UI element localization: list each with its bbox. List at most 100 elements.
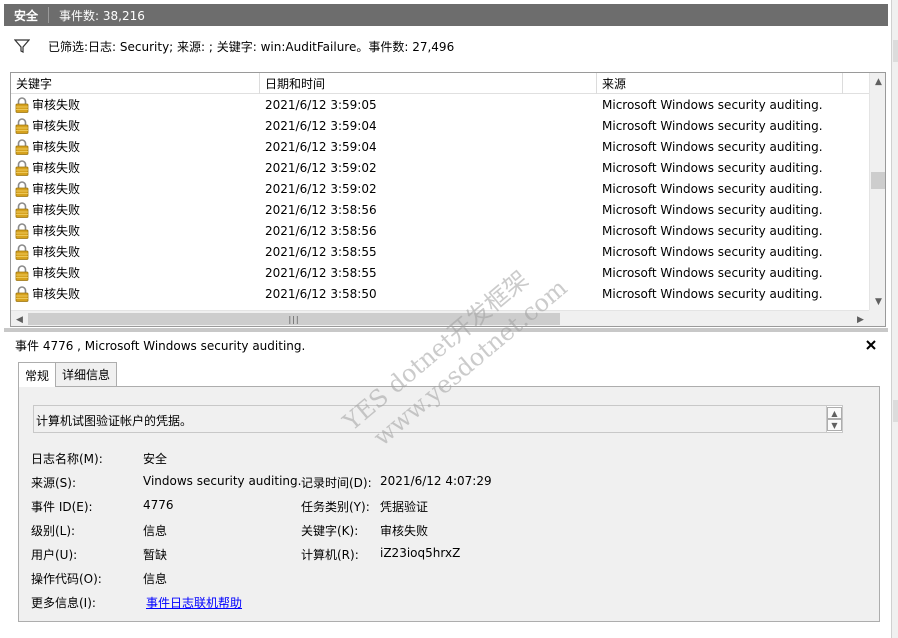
task-category-value: 凭据验证	[380, 500, 429, 514]
table-row[interactable]: 审核失败 2021/6/12 3:59:04 Microsoft Windows s…	[11, 115, 869, 136]
keyword-text: 审核失败	[32, 182, 81, 196]
table-row[interactable]: 审核失败 2021/6/12 3:59:02 Microsoft Windows s…	[11, 178, 869, 199]
title-separator	[48, 7, 50, 23]
lock-icon	[15, 138, 29, 155]
keyword-cell: 审核失败	[11, 201, 260, 218]
horizontal-scroll-thumb[interactable]: |||	[28, 313, 560, 325]
keyword-text: 审核失败	[32, 287, 81, 301]
source-cell: Microsoft Windows security auditing.	[602, 223, 823, 238]
source-cell: Microsoft Windows security auditing.	[602, 118, 823, 133]
lock-icon	[15, 96, 29, 113]
keyword-cell: 审核失败	[11, 180, 260, 197]
desc-scroll-down-icon[interactable]: ▼	[827, 419, 842, 431]
edge-mark	[893, 40, 898, 62]
keyword-cell: 审核失败	[11, 222, 260, 239]
table-row[interactable]: 审核失败 2021/6/12 3:58:56 Microsoft Windows s…	[11, 199, 869, 220]
opcode-value: 信息	[143, 572, 168, 586]
keyword-cell: 审核失败	[11, 243, 260, 260]
logged-value: 2021/6/12 4:07:29	[380, 474, 492, 488]
log-name: 安全	[14, 8, 39, 23]
list-header: 关键字 日期和时间 来源	[11, 73, 869, 94]
source-cell: Microsoft Windows security auditing.	[602, 265, 823, 280]
table-row[interactable]: 审核失败 2021/6/12 3:58:50 Microsoft Windows s…	[11, 283, 869, 304]
vertical-scroll-thumb[interactable]	[871, 172, 885, 189]
scroll-right-icon[interactable]: ▶	[852, 311, 869, 326]
logged-label: 记录时间(D):	[301, 476, 372, 490]
tab-details[interactable]: 详细信息	[55, 362, 118, 386]
keyword-cell: 审核失败	[11, 96, 260, 113]
keyword-cell: 审核失败	[11, 159, 260, 176]
column-header-empty[interactable]	[843, 73, 869, 94]
scroll-down-icon[interactable]: ▼	[870, 293, 885, 310]
datetime-cell: 2021/6/12 3:59:04	[265, 139, 377, 154]
computer-label: 计算机(R):	[301, 548, 359, 562]
event-id-label: 事件 ID(E):	[31, 500, 93, 514]
keyword-cell: 审核失败	[11, 264, 260, 281]
column-header-keyword[interactable]: 关键字	[11, 73, 260, 94]
keyword-text: 审核失败	[32, 119, 81, 133]
keyword-text: 审核失败	[32, 266, 81, 280]
event-detail-title: 事件 4776 , Microsoft Windows security aud…	[15, 338, 306, 353]
filter-text: 已筛选:日志: Security; 来源: ; 关键字: win:AuditFa…	[48, 39, 455, 54]
event-description: 计算机试图验证帐户的凭据。	[36, 414, 193, 428]
online-help-link[interactable]: 事件日志联机帮助	[146, 594, 242, 611]
lock-icon	[15, 117, 29, 134]
description-box[interactable]: 计算机试图验证帐户的凭据。 ▲ ▼	[33, 405, 843, 433]
datetime-cell: 2021/6/12 3:58:56	[265, 223, 377, 238]
table-row[interactable]: 审核失败 2021/6/12 3:59:04 Microsoft Windows s…	[11, 136, 869, 157]
table-row[interactable]: 审核失败 2021/6/12 3:58:56 Microsoft Windows s…	[11, 220, 869, 241]
detail-tabs: 常规 详细信息	[18, 362, 118, 387]
column-header-source[interactable]: 来源	[597, 73, 843, 94]
source-cell: Microsoft Windows security auditing.	[602, 244, 823, 259]
task-category-label: 任务类别(Y):	[301, 500, 370, 514]
tab-general[interactable]: 常规	[18, 362, 57, 387]
horizontal-scrollbar[interactable]: ◀ ||| ▶	[11, 310, 869, 326]
table-row[interactable]: 审核失败 2021/6/12 3:59:05 Microsoft Windows s…	[11, 94, 869, 115]
event-count: 事件数: 38,216	[59, 8, 145, 23]
keyword-text: 审核失败	[32, 161, 81, 175]
table-row[interactable]: 审核失败 2021/6/12 3:58:55 Microsoft Windows s…	[11, 262, 869, 283]
desc-scroll-up-icon[interactable]: ▲	[827, 407, 842, 419]
lock-icon	[15, 243, 29, 260]
event-rows: 审核失败 2021/6/12 3:59:05 Microsoft Windows s…	[11, 94, 869, 310]
column-header-datetime[interactable]: 日期和时间	[260, 73, 597, 94]
event-id-value: 4776	[143, 498, 174, 512]
vertical-scrollbar[interactable]: ▲ ▼	[869, 73, 885, 310]
scrollbar-corner	[869, 310, 885, 326]
keyword-text: 审核失败	[32, 140, 81, 154]
general-tab-panel: 计算机试图验证帐户的凭据。 ▲ ▼ 日志名称(M): 安全 来源(S): Vin…	[18, 386, 880, 622]
source-label: 来源(S):	[31, 476, 77, 490]
table-row[interactable]: 审核失败 2021/6/12 3:59:02 Microsoft Windows s…	[11, 157, 869, 178]
source-cell: Microsoft Windows security auditing.	[602, 160, 823, 175]
pane-splitter[interactable]	[4, 328, 888, 332]
description-scrollbar[interactable]: ▲ ▼	[826, 406, 842, 432]
scroll-left-icon[interactable]: ◀	[11, 311, 28, 326]
event-list: 关键字 日期和时间 来源 审核失败 2021/6/12 3:59:05 Micros…	[10, 72, 886, 327]
level-value: 信息	[143, 524, 168, 538]
datetime-cell: 2021/6/12 3:58:55	[265, 265, 377, 280]
filter-bar: 已筛选:日志: Security; 来源: ; 关键字: win:AuditFa…	[10, 32, 886, 60]
datetime-cell: 2021/6/12 3:58:55	[265, 244, 377, 259]
log-name-value: 安全	[143, 452, 168, 466]
lock-icon	[15, 159, 29, 176]
keyword-text: 审核失败	[32, 203, 81, 217]
datetime-cell: 2021/6/12 3:58:56	[265, 202, 377, 217]
datetime-cell: 2021/6/12 3:59:02	[265, 181, 377, 196]
keyword-cell: 审核失败	[11, 117, 260, 134]
close-icon[interactable]	[864, 338, 878, 352]
source-value: Vindows security auditing.	[143, 474, 302, 488]
keyword-text: 审核失败	[32, 98, 81, 112]
opcode-label: 操作代码(O):	[31, 572, 102, 586]
table-row[interactable]: 审核失败 2021/6/12 3:58:55 Microsoft Windows s…	[11, 241, 869, 262]
source-cell: Microsoft Windows security auditing.	[602, 202, 823, 217]
source-cell: Microsoft Windows security auditing.	[602, 181, 823, 196]
datetime-cell: 2021/6/12 3:59:02	[265, 160, 377, 175]
computer-value: iZ23ioq5hrxZ	[380, 546, 461, 560]
more-info-label: 更多信息(I):	[31, 596, 96, 610]
user-label: 用户(U):	[31, 548, 78, 562]
datetime-cell: 2021/6/12 3:59:05	[265, 97, 377, 112]
scroll-up-icon[interactable]: ▲	[870, 73, 885, 90]
keyword-cell: 审核失败	[11, 285, 260, 302]
lock-icon	[15, 222, 29, 239]
keyword-cell: 审核失败	[11, 138, 260, 155]
